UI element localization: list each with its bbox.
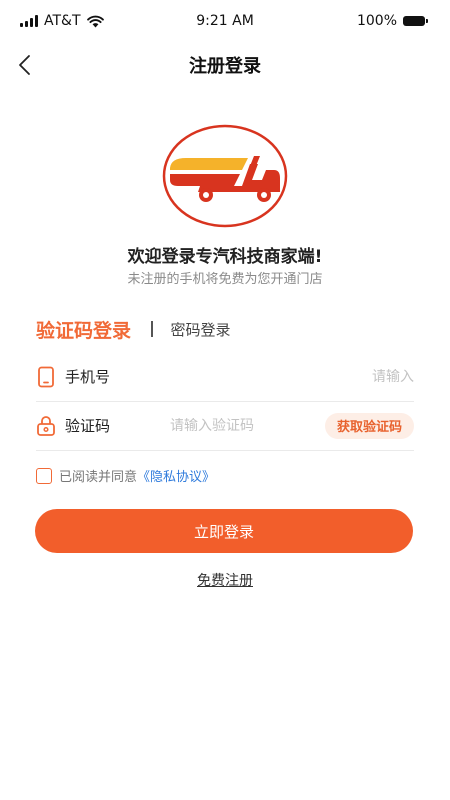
truck-logo-icon (162, 124, 288, 228)
page-title: 注册登录 (189, 56, 261, 77)
phone-label: 手机号 (65, 368, 111, 386)
agreement: 已阅读并同意 《隐私协议》 (36, 466, 215, 485)
phone-input[interactable] (185, 368, 414, 385)
code-row: 验证码 获取验证码 (36, 401, 414, 451)
tab-code-login[interactable]: 验证码登录 (36, 316, 131, 343)
agreement-text: 已阅读并同意 (59, 470, 138, 485)
wifi-icon (86, 15, 104, 27)
login-screen: AT&T 9:21 AM 100% 注册登录 欢迎登录专汽科技商家端! 未注册的… (0, 0, 450, 800)
welcome-subtitle: 未注册的手机将免费为您开通门店 (127, 272, 323, 287)
phone-row: 手机号 (36, 352, 414, 402)
nav-bar: 注册登录 (0, 42, 450, 88)
lock-icon (37, 415, 55, 436)
login-tabs: 验证码登录 密码登录 (36, 314, 231, 344)
code-input[interactable] (170, 417, 294, 434)
privacy-link[interactable]: 《隐私协议》 (137, 466, 215, 485)
register-link[interactable]: 免费注册 (0, 570, 450, 590)
status-right: 100% (357, 13, 428, 29)
phone-icon (38, 366, 54, 387)
status-time: 9:21 AM (196, 13, 254, 29)
status-bar: AT&T 9:21 AM 100% (0, 0, 450, 42)
status-left: AT&T (20, 13, 104, 29)
battery-icon (403, 16, 428, 26)
battery-percent: 100% (356, 13, 397, 29)
carrier-label: AT&T (44, 13, 81, 29)
agreement-checkbox[interactable] (36, 467, 52, 484)
tab-divider (151, 321, 153, 337)
get-code-button[interactable]: 获取验证码 (324, 412, 414, 439)
welcome-title: 欢迎登录专汽科技商家端! (127, 247, 323, 267)
tab-password-login[interactable]: 密码登录 (171, 319, 231, 340)
chevron-left-icon[interactable] (14, 52, 38, 78)
login-button[interactable]: 立即登录 (35, 509, 413, 553)
code-label: 验证码 (65, 417, 111, 435)
signal-icon (20, 15, 38, 27)
